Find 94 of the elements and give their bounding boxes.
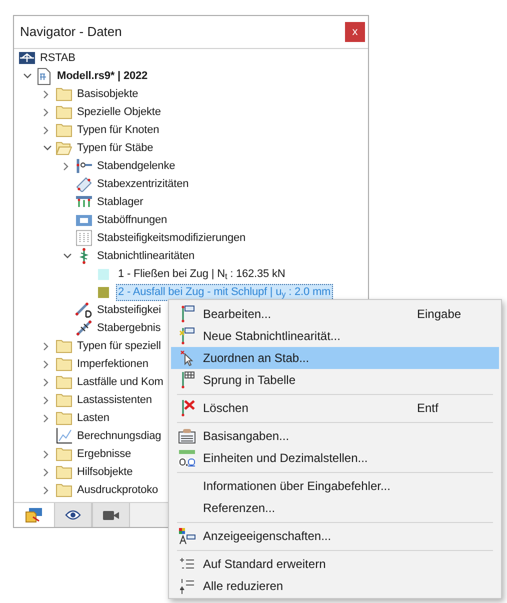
tree-item[interactable]: Stabsteifigkei [96,302,162,318]
menu-item[interactable]: Referenzen... [171,497,499,519]
expand-chevron-icon[interactable] [43,108,49,116]
menu-item[interactable]: Informationen über Eingabefehler... [171,475,499,497]
collapse-chevron-icon[interactable] [43,145,52,151]
tree-item[interactable]: Basisobjekte [76,86,140,102]
menu-item[interactable]: Auf Standard erweitern [171,553,499,575]
expand-chevron-icon[interactable] [43,360,49,368]
tree-item[interactable]: Lastassistenten [76,392,153,408]
tree-item[interactable]: Stabendgelenke [96,158,176,174]
tree-item[interactable]: Hilfsobjekte [76,464,134,480]
menu-item[interactable]: Sprung in Tabelle [171,369,499,391]
diagram-icon [56,428,72,444]
tree-item[interactable]: Stablager [96,194,144,210]
tree-item[interactable]: Modell.rs9* | 2022 [56,68,149,84]
tree-item[interactable]: Typen für Stäbe [76,140,154,156]
tree-item[interactable]: Typen für Knoten [76,122,160,138]
tree-item[interactable]: Berechnungsdiag [76,428,162,444]
folder-icon [56,357,72,371]
open-folder-icon [56,141,72,155]
member-table-icon [179,371,195,389]
folder-icon [56,123,72,137]
folder-icon [56,465,72,479]
expand-chevron-icon[interactable] [43,396,49,404]
tree-item[interactable]: Stabergebnis [96,320,162,336]
tree-item[interactable]: Lastfälle und Kom [76,374,164,390]
menu-item[interactable]: Alle reduzieren [171,575,499,597]
support-icon [76,196,92,208]
tree-item[interactable]: Stabnichtlinearitäten [96,248,196,264]
member-d-icon [75,302,92,318]
member-new-icon [179,327,195,345]
close-button[interactable]: x [345,22,365,42]
video-camera-icon [103,510,119,520]
folder-arrow-icon [25,507,43,523]
folder-icon [56,411,72,425]
folder-icon [56,105,72,119]
shortcut-label: Eingabe [417,306,462,323]
tree-item[interactable]: Typen für speziell [76,338,162,354]
tree-item[interactable]: Spezielle Objekte [76,104,162,120]
expand-chevron-icon[interactable] [43,414,49,422]
display-properties-icon [178,527,196,545]
collapse-list-icon [180,578,194,594]
folder-icon [56,87,72,101]
expand-chevron-icon[interactable] [43,468,49,476]
window-title: Navigator - Daten [20,23,122,42]
menu-item[interactable]: Anzeigeeigenschaften... [171,525,499,547]
panel-tab[interactable] [14,503,54,527]
tree-item[interactable]: RSTAB [39,50,76,66]
folder-icon [56,339,72,353]
document-icon [36,68,52,84]
shortcut-label: Entf [417,400,438,417]
expand-chevron-icon[interactable] [43,450,49,458]
menu-item[interactable]: Zuordnen an Stab... [171,347,499,369]
panel-tab[interactable] [54,503,92,527]
member-edit-icon [179,305,195,323]
member-delete-icon [179,399,195,417]
tree-item[interactable]: Imperfektionen [76,356,150,372]
hinge-icon [76,159,92,173]
folder-icon [56,375,72,389]
cursor-icon [180,350,194,366]
tree-item[interactable]: Stabexzentrizitäten [96,176,190,192]
tree-item[interactable]: Ausdruckprotoko [76,482,160,498]
expand-list-icon [180,557,194,571]
tree-item[interactable]: Stabsteifigkeitsmodifizierungen [96,230,247,246]
menu-item[interactable]: Neue Stabnichtlinearität... [171,325,499,347]
tree-item[interactable]: Lasten [76,410,110,426]
menu-item[interactable]: Bearbeiten... Eingabe [171,303,499,325]
expand-chevron-icon[interactable] [43,90,49,98]
beam-opening-icon [76,214,92,226]
expand-chevron-icon[interactable] [43,378,49,386]
member-results-icon [76,320,92,336]
menu-item[interactable]: Basisangaben... [171,425,499,447]
collapse-chevron-icon[interactable] [23,73,32,79]
dotted-grid-icon [76,230,92,246]
tree-item[interactable]: Ergebnisse [76,446,132,462]
decimal-units-icon [178,449,196,467]
tree-item[interactable]: Staböffnungen [96,212,168,228]
form-icon [178,428,196,444]
folder-icon [56,393,72,407]
menu-item[interactable]: Einheiten und Dezimalstellen... [171,447,499,469]
bridge-icon [18,52,34,64]
member-spring-icon [78,248,88,264]
member-icon [76,176,92,192]
expand-chevron-icon[interactable] [43,486,49,494]
expand-chevron-icon[interactable] [43,126,49,134]
eye-icon [65,510,81,520]
tree-item[interactable]: 1 - Fließen bei Zug | N$_{t}$ : 162.35 kN [116,266,288,282]
panel-tab[interactable] [92,503,130,527]
menu-item[interactable]: Löschen Entf [171,397,499,419]
expand-chevron-icon[interactable] [63,162,69,170]
folder-icon [56,447,72,461]
folder-icon [56,483,72,497]
collapse-chevron-icon[interactable] [63,253,72,259]
expand-chevron-icon[interactable] [43,342,49,350]
